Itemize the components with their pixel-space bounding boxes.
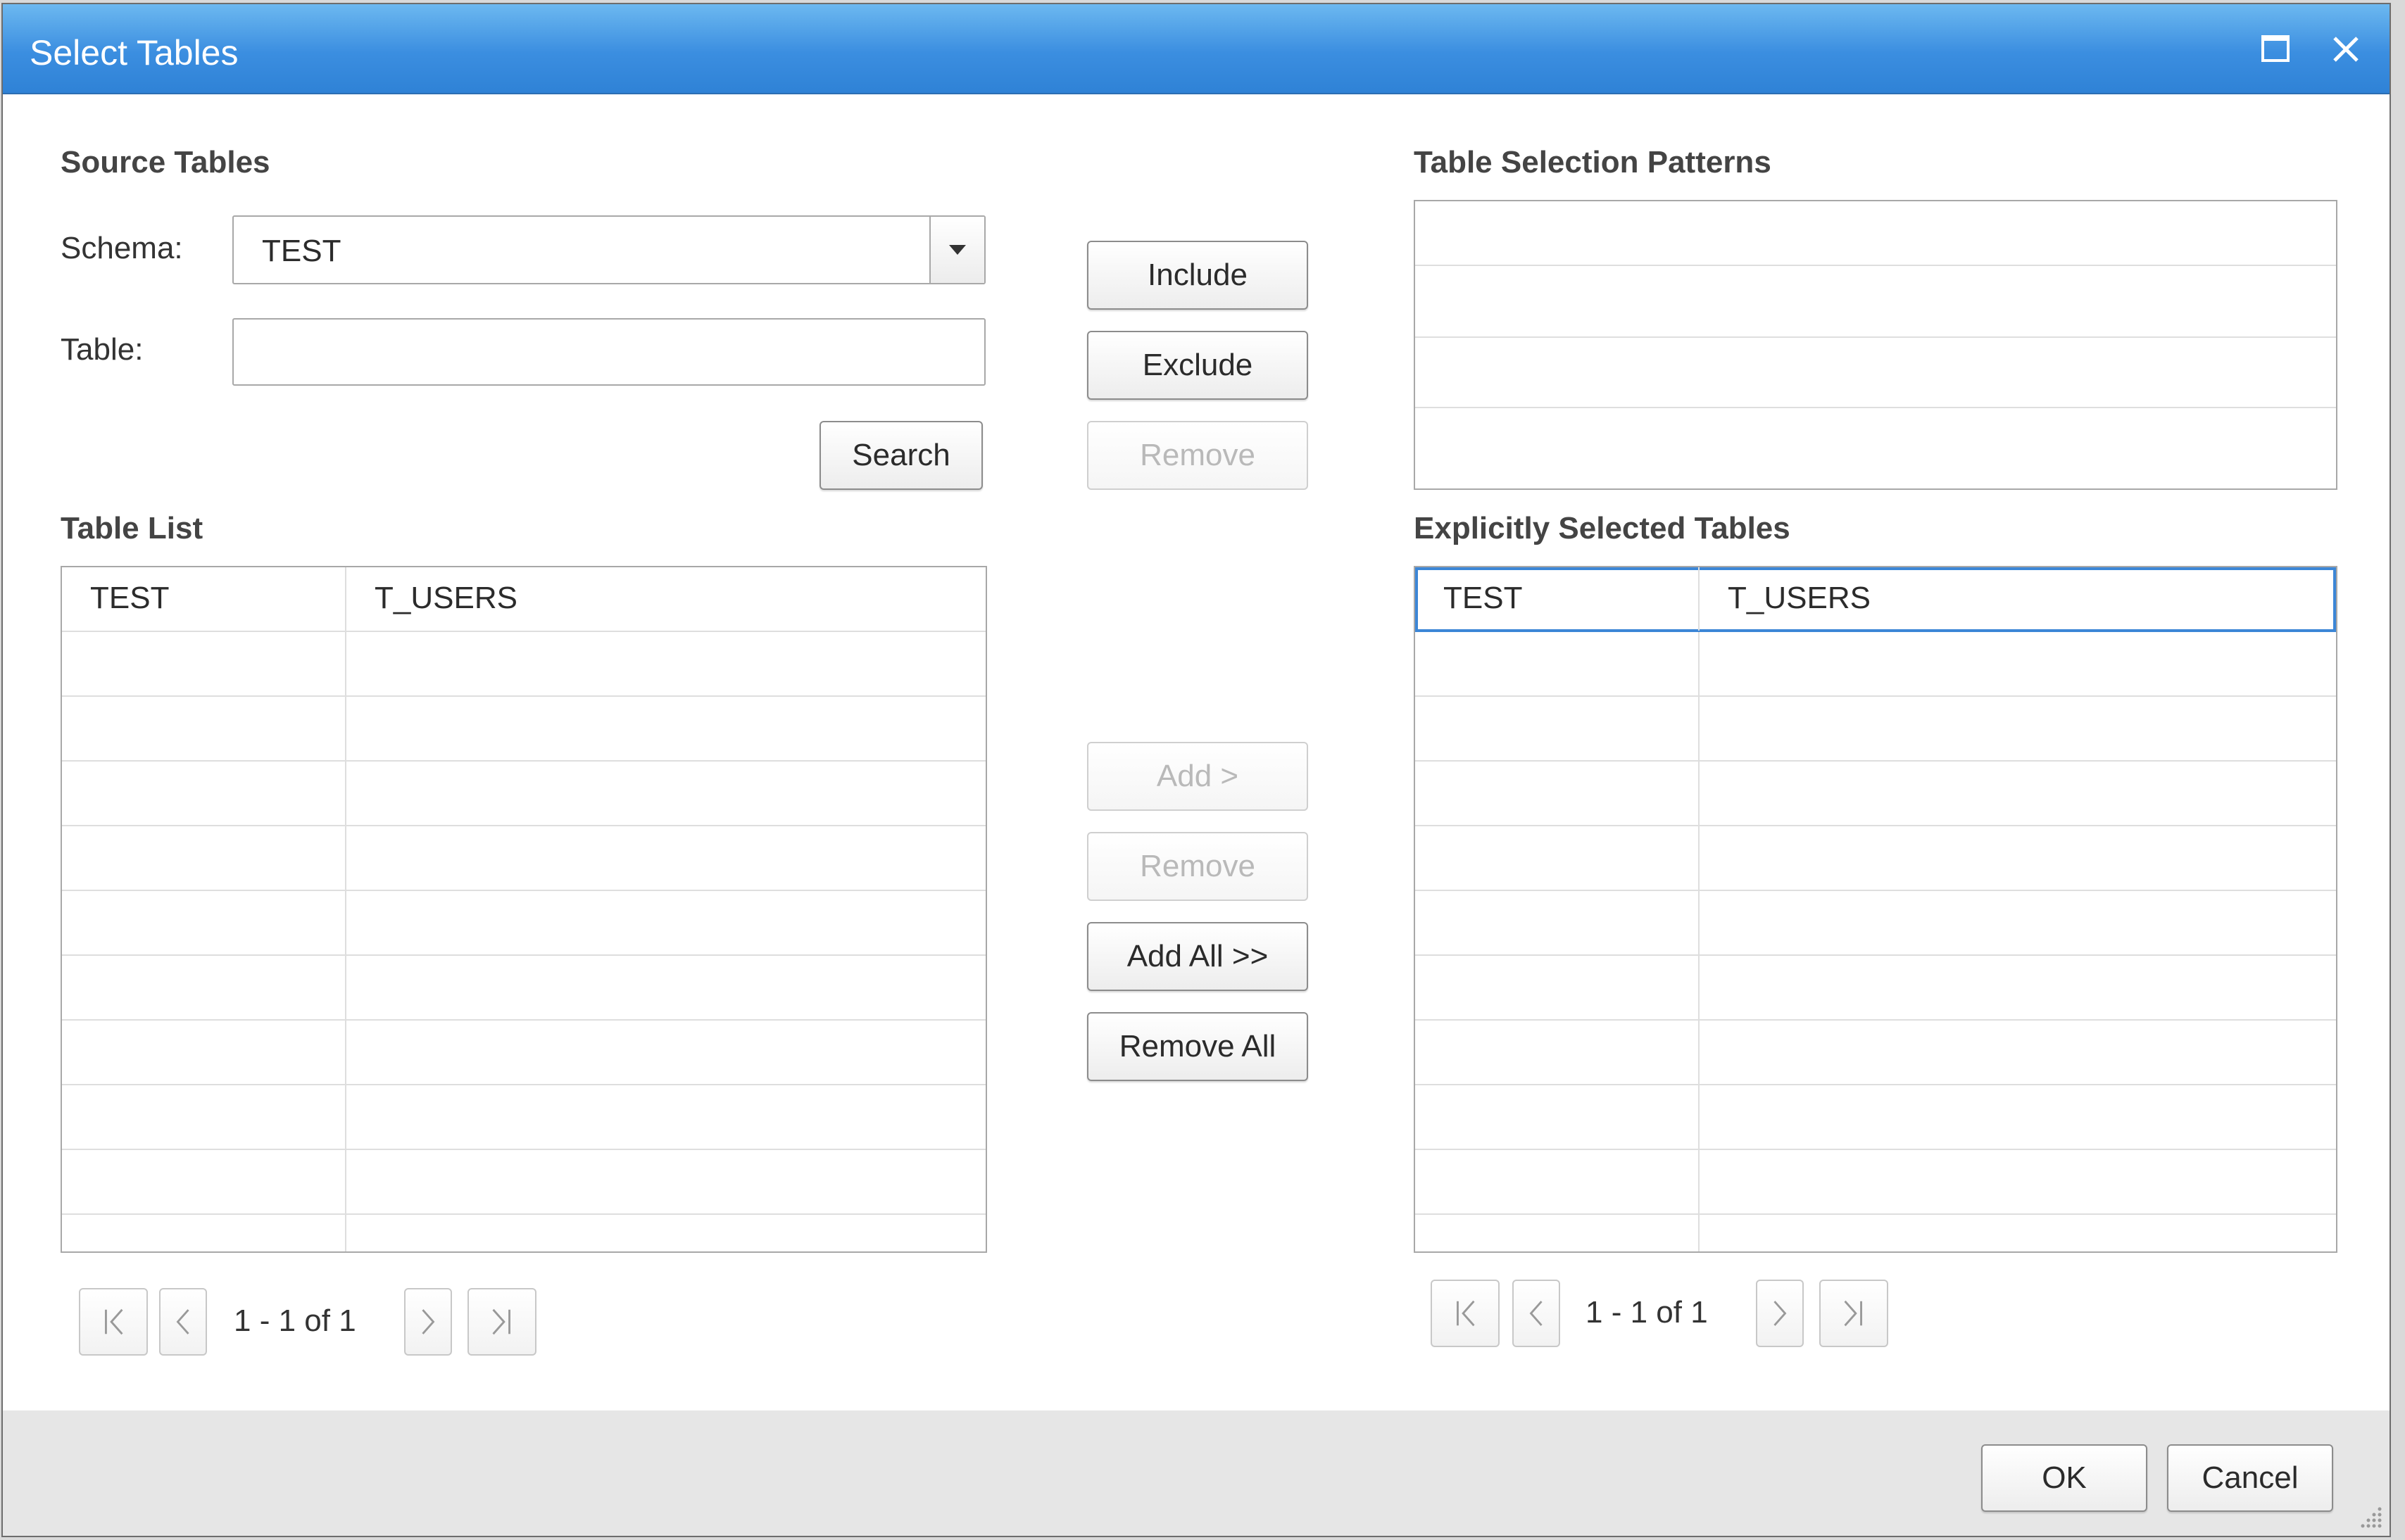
table-list-heading: Table List <box>61 511 203 545</box>
maximize-icon[interactable] <box>2256 30 2295 69</box>
table-row[interactable] <box>1415 826 2336 891</box>
table-row[interactable] <box>62 891 986 956</box>
table-row[interactable] <box>62 826 986 891</box>
table-row[interactable] <box>1415 1215 2336 1251</box>
add-button[interactable]: Add > <box>1087 742 1308 811</box>
selected-tables-grid[interactable]: TEST T_USERS <box>1414 566 2337 1253</box>
table-row[interactable] <box>1415 1150 2336 1215</box>
schema-label: Schema: <box>61 231 183 265</box>
schema-cell: TEST <box>1415 567 1700 631</box>
table-row[interactable] <box>1415 697 2336 762</box>
last-page-icon[interactable] <box>1819 1280 1888 1347</box>
table-list-page-info: 1 - 1 of 1 <box>234 1304 356 1338</box>
select-tables-dialog: Select Tables Source Tables Schema: TEST… <box>1 3 2391 1537</box>
table-row[interactable] <box>1415 956 2336 1021</box>
previous-page-icon[interactable] <box>1512 1280 1560 1347</box>
table-selection-patterns-heading: Table Selection Patterns <box>1414 145 1771 179</box>
first-page-icon[interactable] <box>1431 1280 1500 1347</box>
dialog-title: Select Tables <box>30 33 239 72</box>
close-icon[interactable] <box>2326 30 2366 69</box>
include-button[interactable]: Include <box>1087 241 1308 310</box>
table-row[interactable] <box>62 956 986 1021</box>
table-cell: T_USERS <box>1728 581 1871 615</box>
list-item[interactable] <box>1415 414 2336 479</box>
table-list-grid[interactable]: TEST T_USERS <box>61 566 987 1253</box>
exclude-button[interactable]: Exclude <box>1087 331 1308 400</box>
table-row[interactable] <box>62 1150 986 1215</box>
table-row[interactable] <box>62 1021 986 1085</box>
table-row[interactable] <box>1415 891 2336 956</box>
table-row[interactable] <box>62 632 986 697</box>
add-all-button[interactable]: Add All >> <box>1087 922 1308 991</box>
dialog-footer: OK Cancel <box>3 1410 2390 1536</box>
previous-page-icon[interactable] <box>159 1288 207 1356</box>
table-row[interactable]: TEST T_USERS <box>1415 567 2336 632</box>
cancel-button[interactable]: Cancel <box>2167 1444 2333 1512</box>
explicitly-selected-tables-heading: Explicitly Selected Tables <box>1414 511 1790 545</box>
schema-value: TEST <box>262 234 341 268</box>
chevron-down-icon[interactable] <box>929 217 984 283</box>
source-tables-heading: Source Tables <box>61 145 270 179</box>
table-input[interactable] <box>232 318 986 386</box>
table-cell: T_USERS <box>375 581 517 615</box>
first-page-icon[interactable] <box>79 1288 148 1356</box>
table-label: Table: <box>61 332 144 367</box>
schema-cell: TEST <box>62 567 346 631</box>
table-row[interactable] <box>1415 762 2336 826</box>
table-row[interactable] <box>62 697 986 762</box>
table-row[interactable] <box>1415 632 2336 697</box>
remove-selected-button[interactable]: Remove <box>1087 832 1308 901</box>
last-page-icon[interactable] <box>467 1288 536 1356</box>
resize-grip-icon[interactable] <box>2356 1502 2384 1530</box>
patterns-list[interactable] <box>1414 200 2337 490</box>
list-item[interactable] <box>1415 273 2336 338</box>
list-item[interactable] <box>1415 343 2336 408</box>
selected-tables-page-info: 1 - 1 of 1 <box>1585 1295 1708 1330</box>
remove-pattern-button[interactable]: Remove <box>1087 421 1308 490</box>
next-page-icon[interactable] <box>1756 1280 1804 1347</box>
table-row[interactable] <box>62 1085 986 1150</box>
table-row[interactable] <box>1415 1085 2336 1150</box>
next-page-icon[interactable] <box>404 1288 452 1356</box>
title-bar[interactable]: Select Tables <box>3 4 2390 94</box>
table-row[interactable] <box>62 1215 986 1251</box>
table-row[interactable]: TEST T_USERS <box>62 567 986 632</box>
ok-button[interactable]: OK <box>1981 1444 2147 1512</box>
table-row[interactable] <box>62 762 986 826</box>
list-item[interactable] <box>1415 201 2336 266</box>
schema-select[interactable]: TEST <box>232 215 986 284</box>
remove-all-button[interactable]: Remove All <box>1087 1012 1308 1081</box>
table-row[interactable] <box>1415 1021 2336 1085</box>
search-button[interactable]: Search <box>820 421 983 490</box>
